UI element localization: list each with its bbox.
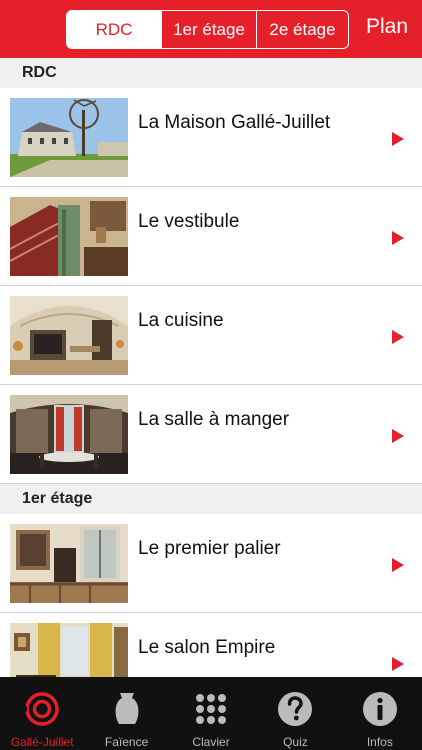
question-icon — [278, 692, 313, 726]
keypad-icon — [196, 694, 227, 724]
item-title: Le premier palier — [138, 538, 281, 559]
section-header-1er-etage: 1er étage — [0, 484, 422, 514]
tab-label: Gallé-Juillet — [10, 735, 74, 749]
item-title: La salle à manger — [138, 409, 290, 430]
chevron-right-icon — [392, 657, 404, 671]
list-item-premier-palier[interactable]: Le premier palier — [0, 514, 422, 613]
item-title: Le salon Empire — [138, 637, 276, 658]
tab-faience[interactable]: Faïence — [84, 677, 168, 750]
chevron-right-icon — [392, 330, 404, 344]
cuisine-thumbnail — [10, 296, 128, 375]
tab-label: Quiz — [283, 735, 308, 749]
chevron-right-icon — [392, 132, 404, 146]
item-title: La Maison Gallé-Juillet — [138, 112, 331, 133]
segment-rdc[interactable]: RDC — [67, 11, 161, 48]
tab-galle-juillet[interactable]: Gallé-Juillet — [0, 677, 84, 750]
salle-a-manger-thumbnail — [10, 395, 128, 474]
rooms-list[interactable]: RDC La Maison Gallé-Juillet Le vestibule… — [0, 58, 422, 677]
list-item-salle-a-manger[interactable]: La salle à manger — [0, 385, 422, 484]
chevron-right-icon — [392, 231, 404, 245]
plan-button[interactable]: Plan — [366, 15, 408, 39]
salon-empire-thumbnail — [10, 623, 128, 677]
vase-icon — [115, 693, 139, 724]
target-icon — [24, 692, 59, 726]
list-item-cuisine[interactable]: La cuisine — [0, 286, 422, 385]
tab-infos[interactable]: Infos — [338, 677, 422, 750]
tab-clavier[interactable]: Clavier — [169, 677, 253, 750]
tab-label: Clavier — [192, 735, 230, 749]
maison-thumbnail — [10, 98, 128, 177]
chevron-right-icon — [392, 558, 404, 572]
tab-label: Faïence — [104, 735, 149, 749]
list-item-salon-empire[interactable]: Le salon Empire — [0, 613, 422, 677]
segment-1er-etage[interactable]: 1er étage — [161, 11, 256, 48]
list-item-maison-galle-juillet[interactable]: La Maison Gallé-Juillet — [0, 88, 422, 187]
bottom-tab-bar: Gallé-Juillet Faïence Clavier Quiz Infos — [0, 677, 422, 750]
vestibule-thumbnail — [10, 197, 128, 276]
tab-label: Infos — [366, 735, 393, 749]
segment-2e-etage[interactable]: 2e étage — [256, 11, 348, 48]
floor-segmented-control: RDC 1er étage 2e étage — [66, 10, 349, 49]
tab-quiz[interactable]: Quiz — [253, 677, 337, 750]
item-title: Le vestibule — [138, 211, 240, 232]
premier-palier-thumbnail — [10, 524, 128, 603]
info-icon — [362, 692, 397, 726]
chevron-right-icon — [392, 429, 404, 443]
section-header-rdc: RDC — [0, 58, 422, 88]
list-item-vestibule[interactable]: Le vestibule — [0, 187, 422, 286]
top-navigation-bar: RDC 1er étage 2e étage Plan — [0, 0, 422, 58]
item-title: La cuisine — [138, 310, 224, 331]
